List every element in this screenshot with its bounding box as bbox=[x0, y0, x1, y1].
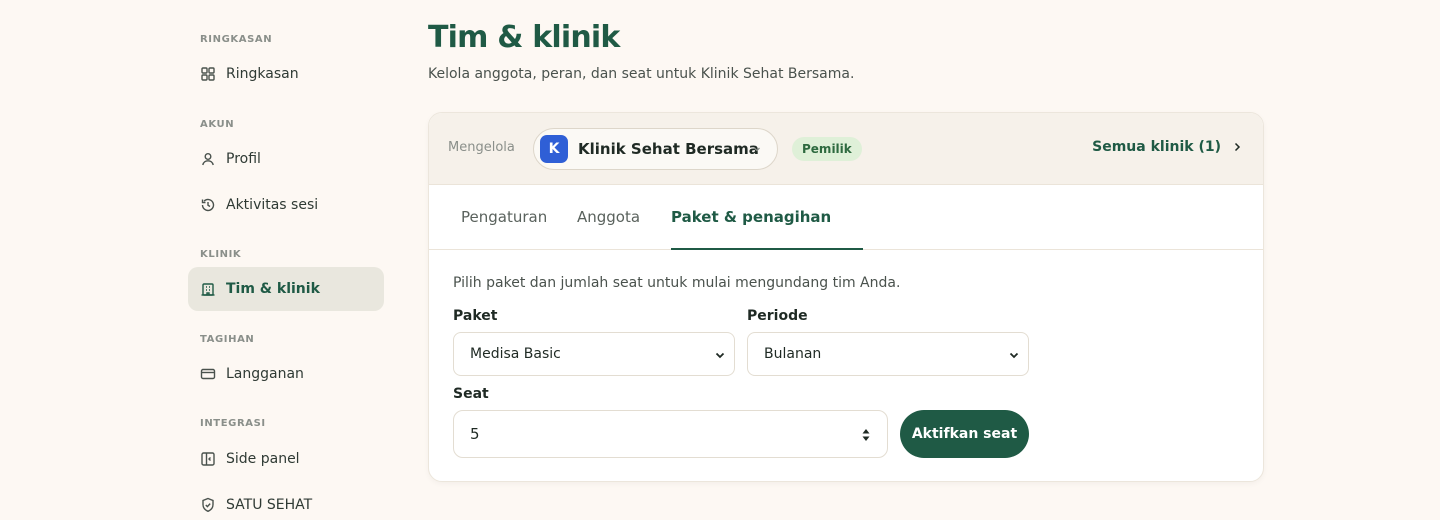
sidebar-item-satu-sehat[interactable]: SATU SEHAT bbox=[188, 483, 384, 520]
sidebar-item-ringkasan[interactable]: Ringkasan bbox=[188, 52, 384, 96]
section-label-tagihan: TAGIHAN bbox=[200, 334, 255, 345]
sidebar-item-label: Tim & klinik bbox=[226, 281, 320, 297]
sidebar-item-label: Langganan bbox=[226, 366, 304, 382]
activate-seat-button[interactable]: Aktifkan seat bbox=[900, 410, 1029, 458]
stepper-icon[interactable] bbox=[861, 425, 871, 445]
role-badge: Pemilik bbox=[792, 137, 862, 161]
clinic-header: Mengelola K Klinik Sehat Bersama Pemilik… bbox=[429, 113, 1263, 185]
tab-bar: Pengaturan Anggota Paket & penagihan bbox=[429, 185, 1263, 250]
section-label-klinik: KLINIK bbox=[200, 249, 242, 260]
seat-input-value: 5 bbox=[470, 425, 480, 443]
plan-label: Paket bbox=[453, 308, 498, 324]
sidebar-item-side-panel[interactable]: Side panel bbox=[188, 437, 384, 481]
shield-check-icon bbox=[200, 497, 216, 513]
side-panel-icon bbox=[200, 451, 216, 467]
period-select-value: Bulanan bbox=[764, 346, 822, 362]
page-title: Tim & klinik bbox=[428, 20, 620, 55]
section-label-akun: AKUN bbox=[200, 119, 235, 130]
sidebar-item-label: SATU SEHAT bbox=[226, 497, 313, 513]
clinic-name: Klinik Sehat Bersama bbox=[578, 140, 759, 158]
chevron-down-icon bbox=[715, 352, 725, 359]
clinic-switcher[interactable]: K Klinik Sehat Bersama bbox=[533, 128, 778, 170]
clinic-avatar: K bbox=[540, 135, 568, 163]
sidebar-item-langganan[interactable]: Langganan bbox=[188, 352, 384, 396]
chevron-down-icon bbox=[754, 147, 760, 152]
seat-label: Seat bbox=[453, 386, 489, 402]
period-select[interactable]: Bulanan bbox=[747, 332, 1029, 376]
billing-intro: Pilih paket dan jumlah seat untuk mulai … bbox=[453, 275, 901, 291]
chevron-right-icon bbox=[1234, 142, 1241, 152]
sidebar-item-profil[interactable]: Profil bbox=[188, 137, 384, 181]
tab-anggota[interactable]: Anggota bbox=[577, 185, 640, 249]
all-clinics-link[interactable]: Semua klinik (1) bbox=[1092, 139, 1243, 155]
building-icon bbox=[200, 281, 216, 297]
team-clinic-card: Mengelola K Klinik Sehat Bersama Pemilik… bbox=[428, 112, 1264, 482]
sidebar-item-label: Side panel bbox=[226, 451, 300, 467]
sidebar-item-label: Ringkasan bbox=[226, 66, 299, 82]
sidebar-item-tim-klinik[interactable]: Tim & klinik bbox=[188, 267, 384, 311]
section-label-ringkasan: RINGKASAN bbox=[200, 34, 273, 45]
grid-icon bbox=[200, 66, 216, 82]
tab-paket-penagihan[interactable]: Paket & penagihan bbox=[671, 185, 864, 250]
sidebar-item-label: Aktivitas sesi bbox=[226, 197, 319, 213]
page-subtitle: Kelola anggota, peran, dan seat untuk Kl… bbox=[428, 66, 855, 82]
history-icon bbox=[200, 197, 216, 213]
sidebar-item-aktivitas-sesi[interactable]: Aktivitas sesi bbox=[188, 183, 384, 227]
sidebar-item-label: Profil bbox=[226, 151, 261, 167]
period-label: Periode bbox=[747, 308, 808, 324]
tab-pengaturan[interactable]: Pengaturan bbox=[461, 185, 547, 249]
plan-select-value: Medisa Basic bbox=[470, 346, 561, 362]
manage-label: Mengelola bbox=[448, 140, 515, 155]
user-icon bbox=[200, 151, 216, 167]
plan-select[interactable]: Medisa Basic bbox=[453, 332, 735, 376]
chevron-down-icon bbox=[1009, 352, 1019, 359]
all-clinics-label: Semua klinik (1) bbox=[1092, 139, 1221, 155]
credit-card-icon bbox=[200, 366, 216, 382]
seat-input[interactable]: 5 bbox=[453, 410, 888, 458]
section-label-integrasi: INTEGRASI bbox=[200, 418, 266, 429]
